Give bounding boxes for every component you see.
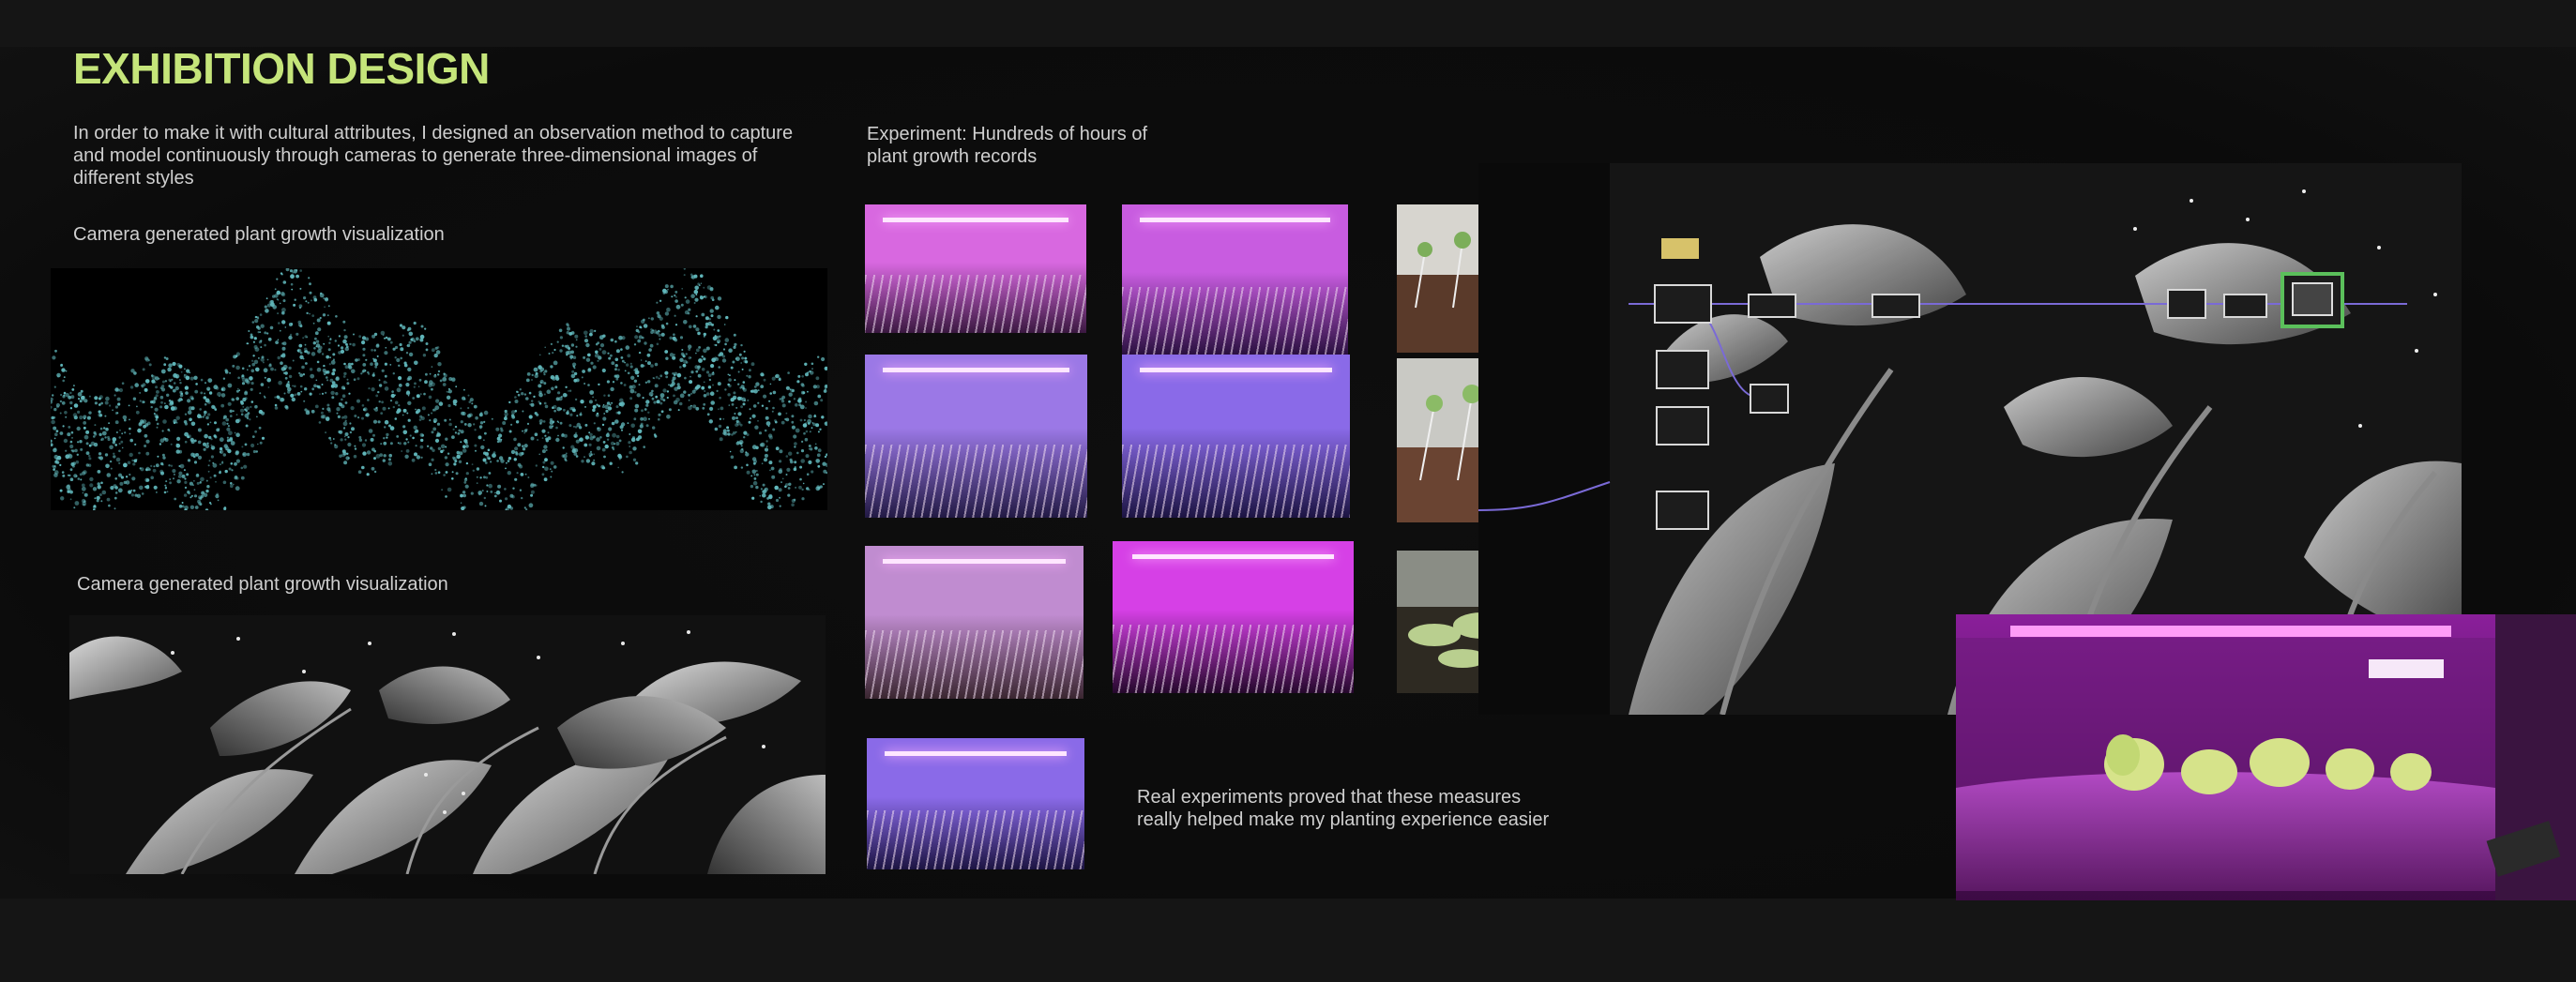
tank-photo [1122,355,1350,518]
top-border-band [0,0,2576,47]
page-title: EXHIBITION DESIGN [73,44,490,93]
caption-render: Camera generated plant growth visualizat… [77,574,448,595]
experiment-heading: Experiment: Hundreds of hours of plant g… [867,124,1148,167]
sprouts [1122,444,1350,518]
point-cloud-graphic [51,268,827,510]
plant-render-graphic [69,615,826,874]
plant-render-image [69,615,826,874]
bottom-border-band [0,899,2576,982]
final-tank-photo-graphic [1956,614,2576,900]
grow-light-strip [1140,368,1332,372]
tank-photo [867,738,1084,869]
final-tank-photo [1956,614,2576,900]
grow-light-strip [1140,218,1330,222]
sprouts [865,444,1087,518]
grow-light-strip [884,751,1068,756]
grow-light-strip [882,368,1070,372]
tank-photo [1122,204,1348,355]
point-cloud-image [51,268,827,510]
tank-photo [865,546,1083,699]
sprouts [1113,625,1354,693]
conclusion-text: Real experiments proved that these measu… [1137,787,1550,830]
grow-light-strip [882,559,1067,564]
sprouts [865,275,1086,333]
sprouts [865,629,1083,699]
intro-paragraph: In order to make it with cultural attrib… [73,123,794,189]
sprouts [1122,287,1348,355]
caption-point-cloud: Camera generated plant growth visualizat… [73,224,445,245]
sprouts [867,810,1084,869]
tank-photo [1113,541,1354,693]
tank-photo [865,204,1086,333]
grow-light-strip [882,218,1069,222]
grow-light-strip [1131,554,1335,559]
tank-photo [865,355,1087,518]
